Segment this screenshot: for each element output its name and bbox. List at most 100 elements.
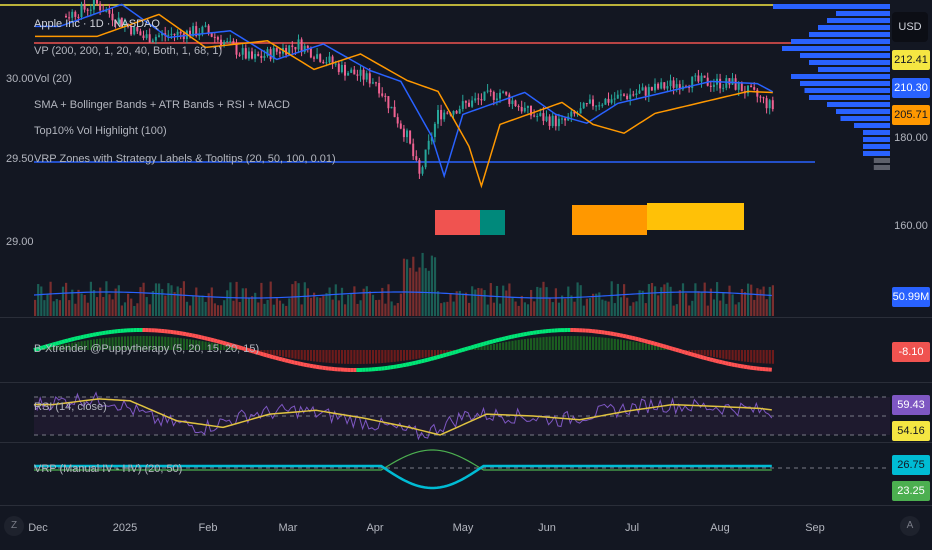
volume-bar — [557, 302, 561, 316]
time-label: Aug — [710, 522, 730, 534]
candle-body — [616, 94, 619, 99]
xtrender-histogram-bar — [399, 350, 402, 362]
volume-bar — [387, 284, 390, 316]
pane-separator[interactable] — [0, 505, 932, 506]
candle-body — [709, 85, 712, 87]
xtrender-histogram-bar — [415, 350, 418, 359]
volume-bar — [539, 287, 542, 316]
candle-body — [461, 101, 464, 109]
volume-bar — [192, 296, 195, 316]
xtrender-line-segment — [672, 346, 677, 352]
volume-bar — [551, 302, 554, 316]
volume-bar — [40, 286, 43, 316]
xtrender-histogram-bar — [638, 342, 641, 350]
volume-bar — [238, 302, 241, 316]
legend-vp[interactable]: VP (200, 200, 1, 20, 40, Both, 1, 68, 1) — [34, 45, 222, 57]
volume-bar — [464, 292, 468, 316]
candle-body — [619, 94, 622, 96]
auto-scale-button[interactable]: A — [900, 516, 920, 536]
xtrender-line-segment — [482, 341, 488, 346]
candle-body — [477, 98, 480, 100]
candle-body — [520, 106, 523, 112]
volume-bar — [542, 281, 545, 316]
xtrender-line-segment — [628, 335, 633, 340]
xtrender-line-segment — [70, 336, 75, 342]
time-label: 2025 — [112, 522, 138, 534]
legend-xtrender[interactable]: B-Xtrender @Puppytherapy (5, 20, 15, 20,… — [34, 343, 259, 355]
candle-body — [396, 117, 399, 124]
volume-bar — [303, 282, 306, 316]
xtrender-histogram-bar — [402, 350, 406, 361]
xtrender-line-segment — [312, 364, 317, 369]
candle-body — [731, 78, 734, 85]
xtrender-line-segment — [616, 332, 621, 338]
volume-bar — [635, 301, 638, 316]
volume-profile-bar — [782, 46, 890, 51]
pane-separator[interactable] — [0, 442, 932, 443]
volume-bar — [52, 301, 55, 316]
zoom-button[interactable]: Z — [4, 516, 24, 536]
candle-body — [542, 113, 545, 121]
candle-body — [148, 34, 151, 43]
volume-bar — [291, 284, 294, 316]
xtrender-line-segment — [95, 331, 100, 337]
candle-body — [719, 78, 722, 89]
candle-body — [582, 103, 585, 109]
xtrender-histogram-bar — [545, 336, 548, 350]
xtrender-line-segment — [706, 356, 711, 362]
xtrender-line-segment — [262, 352, 268, 358]
candle-body — [660, 82, 663, 89]
xtrender-line-segment — [476, 342, 481, 348]
xtrender-histogram-bar — [266, 350, 269, 354]
time-label: Sep — [805, 522, 825, 534]
xtrender-histogram-bar — [409, 350, 412, 360]
legend-sma[interactable]: SMA + Bollinger Bands + ATR Bands + RSI … — [34, 99, 290, 111]
volume-bar — [319, 297, 322, 316]
volume-profile-bar — [791, 39, 890, 44]
candle-body — [669, 80, 672, 87]
candle-body — [734, 78, 737, 90]
legend-vrp[interactable]: VRP (Manual IV - HV) (20, 50) — [34, 463, 182, 475]
xtrender-histogram-bar — [626, 340, 629, 350]
pane-separator[interactable] — [0, 382, 932, 383]
xtrender-line-segment — [715, 358, 720, 364]
volume-bar — [446, 301, 449, 316]
legend-vol[interactable]: Vol (20) — [34, 73, 72, 85]
currency-button[interactable]: USD — [892, 12, 928, 42]
volume-bar — [728, 285, 731, 316]
volume-bar — [613, 303, 616, 316]
xtrender-histogram-bar — [294, 350, 297, 359]
candle-body — [570, 111, 573, 117]
volume-profile-bar — [800, 53, 890, 58]
xtrender-histogram-bar — [517, 339, 520, 350]
chart-canvas[interactable] — [0, 0, 890, 515]
volume-profile-bar — [818, 67, 890, 72]
xtrender-histogram-bar — [765, 350, 768, 364]
candle-body — [654, 83, 656, 91]
pane-separator[interactable] — [0, 317, 932, 318]
candle-body — [384, 95, 387, 97]
xtrender-line-segment — [712, 358, 717, 363]
price-tick: 160.00 — [894, 220, 928, 232]
volume-bar — [220, 305, 223, 316]
volume-bar — [437, 291, 440, 316]
xtrender-line-segment — [396, 363, 401, 369]
xtrender-histogram-bar — [303, 350, 306, 361]
xtrender-line-segment — [204, 336, 209, 341]
symbol-title[interactable]: Apple Inc · 1D · NASDAQ — [34, 18, 160, 30]
candle-body — [247, 51, 250, 59]
volume-profile-bar — [804, 88, 890, 93]
xtrender-histogram-bar — [551, 336, 554, 350]
volume-bar — [508, 283, 511, 316]
xtrender-histogram-bar — [750, 350, 753, 363]
legend-top10[interactable]: Top10% Vol Highlight (100) — [34, 125, 167, 137]
legend-rsi[interactable]: RSI (14, close) — [34, 401, 107, 413]
candle-body — [712, 84, 715, 87]
candle-body — [424, 149, 427, 168]
volume-bar — [257, 302, 260, 316]
xtrender-histogram-bar — [561, 336, 564, 350]
candle-body — [533, 115, 536, 117]
legend-vrp-zones[interactable]: VRP Zones with Strategy Labels & Tooltip… — [34, 153, 336, 165]
vrp-zone-label-orange — [572, 205, 647, 235]
volume-bar — [421, 252, 424, 316]
